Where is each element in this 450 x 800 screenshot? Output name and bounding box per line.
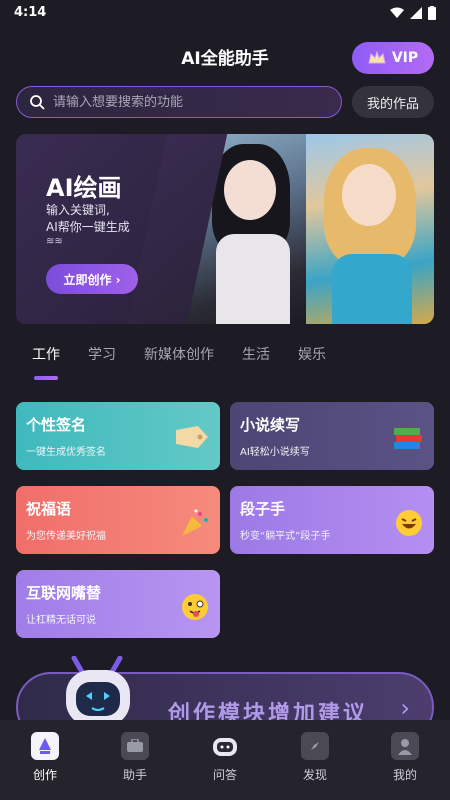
vip-button[interactable]: VIP (352, 42, 434, 74)
tab-study[interactable]: 学习 (88, 344, 116, 364)
banner-subtitle-line2: AI帮你一键生成 (46, 220, 130, 234)
nav-assistant[interactable]: 助手 (90, 720, 180, 800)
tab-new-media[interactable]: 新媒体创作 (144, 344, 214, 364)
nav-label: 助手 (122, 768, 147, 782)
tab-work[interactable]: 工作 (32, 344, 60, 364)
wave-icon: ≋≋ (46, 236, 63, 247)
wifi-icon (390, 7, 404, 18)
tag-icon (176, 426, 208, 448)
banner-subtitle-line1: 输入关键词, (46, 203, 110, 217)
signal-icon (410, 7, 422, 19)
card-novel[interactable]: 小说续写 AI轻松小说续写 (230, 402, 434, 470)
compass-icon (301, 732, 329, 760)
robot-face-icon (211, 732, 239, 760)
status-time: 4:14 (14, 5, 47, 20)
briefcase-icon (121, 732, 149, 760)
status-icons (390, 6, 436, 20)
nav-create[interactable]: 创作 (0, 720, 90, 800)
battery-icon (428, 6, 436, 20)
search-box[interactable] (16, 86, 342, 118)
tab-life[interactable]: 生活 (242, 344, 270, 364)
banner-title: AI绘画 (46, 174, 122, 202)
nav-label: 我的 (392, 768, 417, 782)
books-icon (394, 428, 422, 449)
bottom-nav: 创作 助手 问答 发现 我的 (0, 720, 450, 800)
blonde-face-shape (342, 164, 396, 226)
card-signature[interactable]: 个性签名 一键生成优秀签名 (16, 402, 220, 470)
nav-discover[interactable]: 发现 (270, 720, 360, 800)
card-joker[interactable]: 段子手 秒变“躺平式”段子手 (230, 486, 434, 554)
laughing-face-icon (396, 510, 422, 536)
vip-label: VIP (391, 50, 419, 66)
search-input[interactable] (53, 94, 313, 110)
my-works-button[interactable]: 我的作品 (352, 86, 434, 118)
nav-qa[interactable]: 问答 (180, 720, 270, 800)
party-popper-icon (182, 509, 208, 536)
banner-subtitle: 输入关键词, AI帮你一键生成 (46, 202, 166, 236)
nav-label: 发现 (302, 768, 327, 782)
category-tabs: 工作 学习 新媒体创作 生活 娱乐 (32, 344, 354, 364)
tongue-face-icon (182, 594, 208, 620)
create-icon (31, 732, 59, 760)
dark-hair-face-shape (224, 160, 276, 220)
person-icon (391, 732, 419, 760)
search-icon (30, 95, 45, 110)
chevron-right-icon: › (400, 694, 410, 722)
active-tab-indicator (34, 376, 58, 380)
nav-me[interactable]: 我的 (360, 720, 450, 800)
nav-label: 问答 (212, 768, 237, 782)
ai-drawing-banner[interactable]: AI绘画 输入关键词, AI帮你一键生成 ≋≋ 立即创作 › (16, 134, 434, 324)
status-bar: 4:14 (0, 0, 450, 26)
crown-icon (368, 51, 386, 64)
blue-dress-shape (332, 254, 412, 324)
tab-entertainment[interactable]: 娱乐 (298, 344, 326, 364)
nav-label: 创作 (32, 768, 57, 782)
card-internet-voice[interactable]: 互联网嘴替 让杠精无话可说 (16, 570, 220, 638)
white-shirt-shape (216, 234, 290, 324)
create-now-button[interactable]: 立即创作 › (46, 264, 138, 294)
card-blessing[interactable]: 祝福语 为您传递美好祝福 (16, 486, 220, 554)
